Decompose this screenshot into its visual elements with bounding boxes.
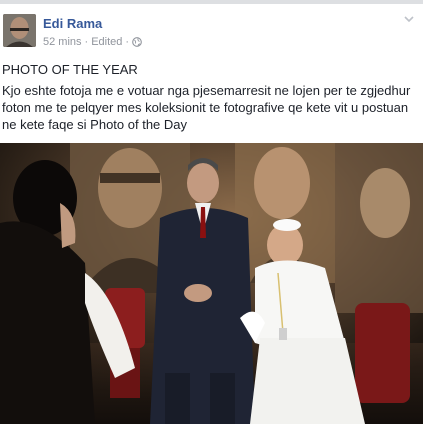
chevron-down-icon[interactable] [403,12,415,24]
globe-icon[interactable] [132,37,142,47]
feed-divider [0,0,423,4]
post-timestamp[interactable]: 52 mins [43,36,82,48]
meta-separator: · [84,36,89,48]
edited-label[interactable]: Edited [91,36,122,48]
meta-separator: · [125,36,130,48]
post-heading: PHOTO OF THE YEAR [2,62,138,77]
author-name[interactable]: Edi Rama [43,16,102,31]
post-meta: 52 mins · Edited · [43,36,142,48]
avatar[interactable] [3,14,36,47]
post-photo[interactable] [0,143,423,424]
post-text: Kjo eshte fotoja me e votuar nga pjesema… [2,83,411,132]
